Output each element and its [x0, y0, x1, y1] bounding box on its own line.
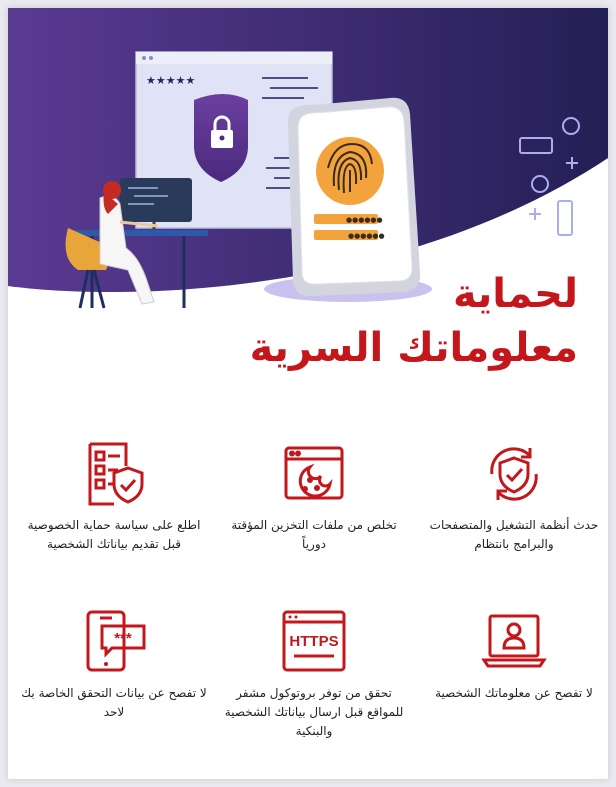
tip-text: تخلص من ملفات التخزين المؤقتة دورياً [231, 518, 397, 551]
title-line-1: لحماية [453, 271, 578, 317]
infographic-card: ★★★★★ ●●●●●● ●●●●●● لحماية معلوماتك السر… [8, 8, 608, 779]
laptop-user-icon [481, 614, 547, 668]
https-icon: HTTPS [282, 610, 346, 672]
checklist-shield-icon [88, 442, 144, 506]
password-stars: ★★★★★ [146, 74, 195, 87]
tip-https: HTTPS تحقق من توفر بروتوكول مشفر للمواقع… [219, 608, 409, 741]
tip-clear-cache: تخلص من ملفات التخزين المؤقتة دورياً [219, 440, 409, 554]
title-line-2: معلوماتك السرية [249, 325, 578, 371]
svg-text:●●●●●●: ●●●●●● [348, 232, 385, 240]
tip-text: حدث أنظمة التشغيل والمتصفحات والبرامج با… [429, 518, 599, 551]
password-mask: *** [114, 630, 132, 647]
tip-text: لا تفصح عن معلوماتك الشخصية [435, 686, 593, 700]
tip-privacy-policy: اطلع على سياسة حماية الخصوصية قبل تقديم … [19, 440, 209, 554]
tip-text: تحقق من توفر بروتوكول مشفر للمواقع قبل ا… [224, 686, 404, 738]
phone-password-icon: *** [86, 610, 146, 672]
shield-refresh-icon [490, 447, 538, 501]
svg-text:●●●●●●: ●●●●●● [346, 216, 383, 224]
tip-personal-info: لا تفصح عن معلوماتك الشخصية [419, 608, 608, 703]
tip-text: لا تفصح عن بيانات التحقق الخاصة بك لاحد [21, 686, 207, 719]
https-label: HTTPS [289, 633, 338, 650]
tip-update-systems: حدث أنظمة التشغيل والمتصفحات والبرامج با… [419, 440, 608, 554]
smartphone: ●●●●●● ●●●●●● [288, 97, 421, 297]
tip-text: اطلع على سياسة حماية الخصوصية قبل تقديم … [27, 518, 201, 551]
browser-cookie-icon [284, 446, 344, 500]
tip-verification: *** لا تفصح عن بيانات التحقق الخاصة بك ل… [19, 608, 209, 722]
